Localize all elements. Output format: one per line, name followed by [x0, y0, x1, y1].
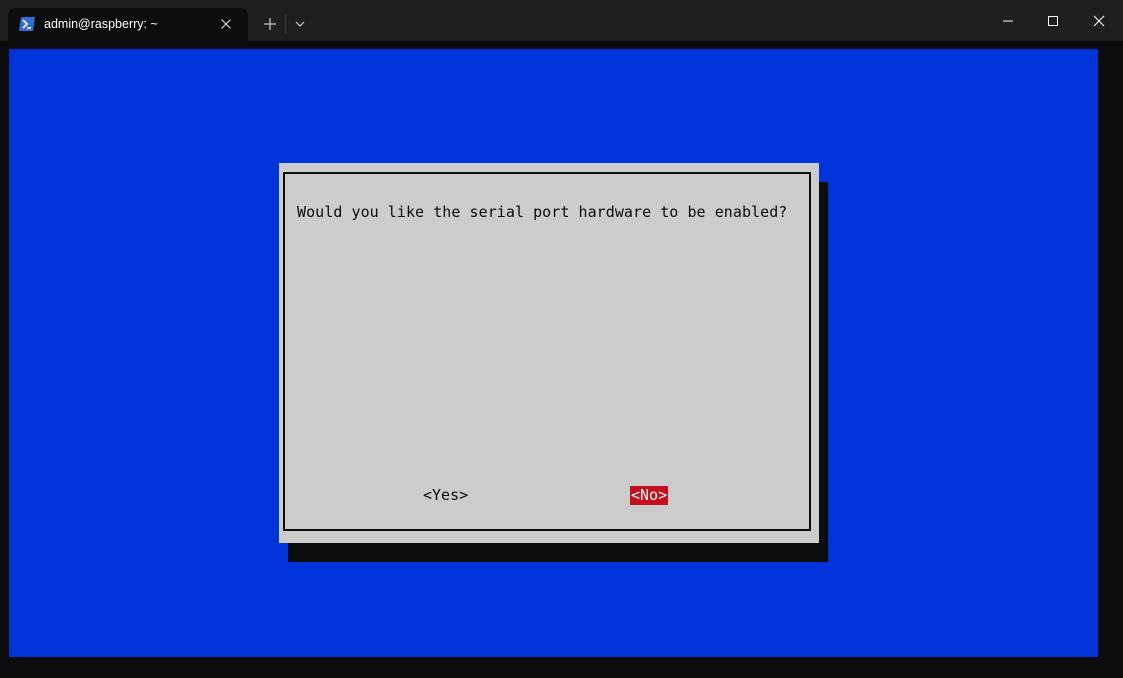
chevron-down-icon[interactable]: [290, 12, 310, 36]
maximize-icon[interactable]: [1030, 0, 1076, 41]
dialog-prompt: Would you like the serial port hardware …: [297, 203, 788, 221]
confirm-dialog: Would you like the serial port hardware …: [279, 163, 819, 543]
powershell-icon: [19, 17, 35, 31]
no-button[interactable]: <No>: [630, 486, 669, 505]
minimize-icon[interactable]: [985, 0, 1031, 41]
tab-title: admin@raspberry: ~: [44, 17, 158, 31]
title-bar: admin@raspberry: ~: [0, 0, 1123, 41]
tab-divider: [285, 15, 286, 33]
terminal-window: admin@raspberry: ~ Would you like the se…: [0, 0, 1123, 678]
dialog-border: [283, 172, 811, 531]
yes-button[interactable]: <Yes>: [423, 486, 468, 504]
terminal-tab[interactable]: admin@raspberry: ~: [8, 8, 248, 41]
close-icon[interactable]: [1076, 0, 1122, 41]
plus-icon[interactable]: [258, 12, 282, 36]
close-tab-icon[interactable]: [218, 16, 234, 32]
